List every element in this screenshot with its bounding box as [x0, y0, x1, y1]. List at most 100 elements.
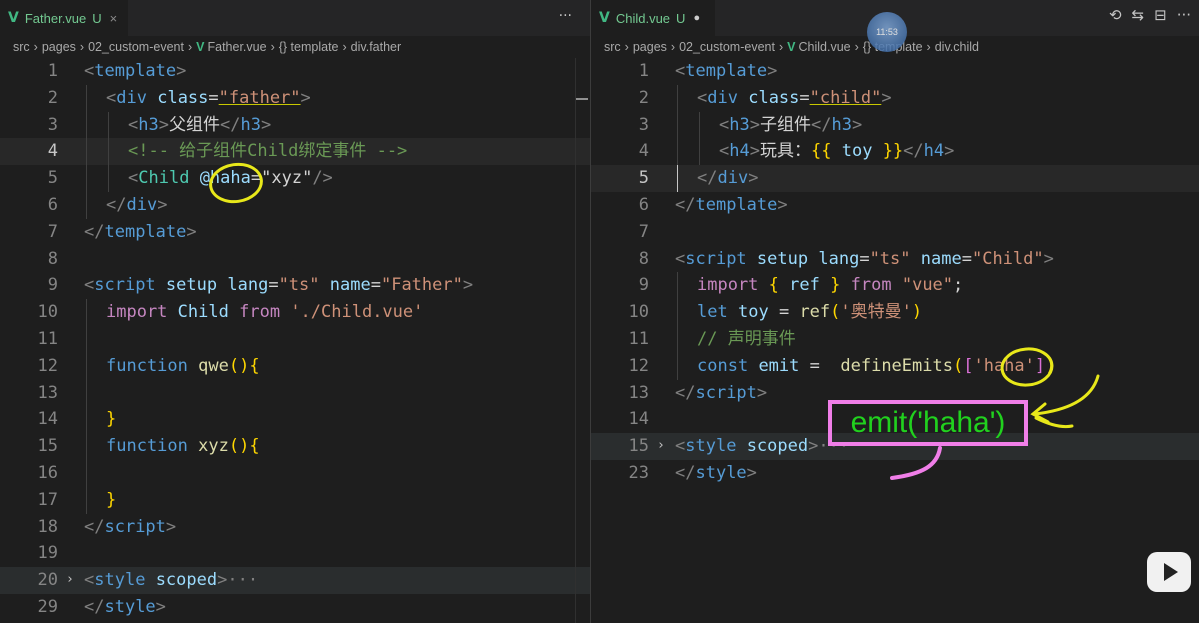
- line-number: 6: [47, 194, 58, 215]
- line-number: 13: [628, 382, 649, 403]
- line-number: 9: [638, 275, 649, 296]
- breadcrumb-item[interactable]: div.child: [935, 40, 979, 54]
- line-number: 18: [37, 516, 58, 537]
- line-number: 15: [628, 436, 649, 457]
- chevron-right-icon: ›: [270, 40, 275, 54]
- scroll-marker: [576, 98, 588, 100]
- line-number: 12: [37, 355, 58, 376]
- code-line: 10 import Child from './Child.vue': [0, 299, 590, 326]
- code-line: 23 </style>: [591, 460, 1199, 487]
- more-icon[interactable]: ···: [1177, 6, 1191, 24]
- history-icon[interactable]: ⟲: [1109, 6, 1122, 24]
- breadcrumb-item[interactable]: 02_custom-event: [88, 40, 184, 54]
- code-line: 7 </template>: [0, 219, 590, 246]
- code-line: 12 function qwe(){: [0, 352, 590, 380]
- code-line: 4 <h4>玩具：{{ toy }}</h4>: [591, 138, 1199, 166]
- bilibili-play-icon[interactable]: [1147, 552, 1191, 592]
- chevron-right-icon: ›: [624, 40, 629, 54]
- chevron-right-icon: ›: [79, 40, 85, 54]
- line-number: 8: [638, 248, 649, 269]
- code-line: 3 <h3>父组件</h3>: [0, 111, 590, 139]
- breadcrumb-item[interactable]: {} template: [279, 40, 339, 54]
- line-number: 7: [638, 221, 649, 242]
- breadcrumb-item[interactable]: Child.vue: [798, 40, 850, 54]
- chevron-right-icon: ›: [33, 40, 38, 54]
- line-number: 5: [638, 168, 649, 189]
- vue-icon: V: [196, 40, 205, 54]
- code-line: 11// 声明事件: [591, 325, 1199, 353]
- line-number: 20: [37, 570, 58, 591]
- line-number: 19: [37, 543, 58, 564]
- chevron-right-icon: ›: [926, 40, 931, 54]
- code-line: 17}: [0, 486, 590, 514]
- line-number: 16: [37, 462, 58, 483]
- chevron-right-icon: ›: [342, 40, 347, 54]
- tab-label: Child.vue: [615, 10, 671, 26]
- vertical-scrollbar[interactable]: [575, 58, 590, 623]
- line-number: 9: [47, 275, 58, 296]
- fold-chevron-icon[interactable]: ›: [657, 433, 665, 460]
- line-number: 15: [37, 436, 58, 457]
- line-number: 2: [638, 87, 649, 108]
- split-editor-icon[interactable]: ⊟: [1154, 6, 1167, 24]
- line-number: 14: [628, 409, 649, 430]
- code-line: 1 <template>: [0, 58, 590, 85]
- untracked-badge: U: [92, 10, 102, 26]
- compare-icon[interactable]: ⇆: [1132, 6, 1145, 24]
- code-line: 7: [591, 219, 1199, 246]
- close-icon[interactable]: ×: [110, 11, 118, 26]
- untracked-badge: U: [676, 10, 686, 26]
- breadcrumb-item[interactable]: pages: [633, 40, 667, 54]
- breadcrumb-item[interactable]: src: [13, 40, 30, 54]
- line-number: 6: [638, 194, 649, 215]
- code-line: 16: [0, 459, 590, 487]
- code-line-current: 4 <!-- 给子组件Child绑定事件 -->: [0, 138, 590, 166]
- code-line: 1 <template>: [591, 58, 1199, 85]
- code-line: 12 const emit = defineEmits(['haha']): [591, 352, 1199, 380]
- line-number: 10: [628, 302, 649, 323]
- chevron-right-icon: ›: [670, 40, 676, 54]
- line-number: 7: [47, 221, 58, 242]
- code-line: 9 <script setup lang="ts" name="Father">: [0, 272, 590, 299]
- code-line: 2 <div class="father">: [0, 84, 590, 112]
- line-number: 4: [638, 141, 649, 162]
- line-number: 1: [638, 61, 649, 81]
- code-line: 13: [0, 379, 590, 407]
- breadcrumb-item[interactable]: Father.vue: [207, 40, 266, 54]
- line-number: 12: [628, 355, 649, 376]
- right-tab-bar: V Child.vue U ● 11:53 ⟲ ⇆ ⊟ ···: [591, 0, 1199, 52]
- code-line: 2 <div class="child">: [591, 84, 1199, 112]
- code-line: 8 <script setup lang="ts" name="Child">: [591, 246, 1199, 273]
- line-number: 11: [628, 328, 649, 349]
- code-line: 19: [0, 540, 590, 567]
- line-number: 17: [37, 489, 58, 510]
- line-number: 3: [47, 114, 58, 135]
- line-number: 11: [37, 328, 58, 349]
- fold-chevron-icon[interactable]: ›: [66, 567, 74, 594]
- left-tab-bar: V Father.vue U × ···: [0, 0, 590, 36]
- breadcrumb: src › pages › 02_custom-event › V Father.vue ›{}…: [0, 36, 590, 58]
- breadcrumb-item[interactable]: pages: [42, 40, 76, 54]
- vue-icon: V: [787, 40, 796, 54]
- clock-overlay: 11:53: [867, 12, 907, 52]
- line-number: 3: [638, 114, 649, 135]
- more-icon[interactable]: ···: [559, 8, 572, 24]
- breadcrumb-item[interactable]: 02_custom-event: [679, 40, 775, 54]
- unsaved-dot-icon[interactable]: ●: [693, 12, 700, 24]
- vue-icon: V: [599, 10, 610, 26]
- code-line: 18 </script>: [0, 514, 590, 541]
- breadcrumb-item[interactable]: div.father: [351, 40, 402, 54]
- breadcrumb-item[interactable]: src: [604, 40, 621, 54]
- code-line: 6 </template>: [591, 192, 1199, 219]
- tab-father-vue[interactable]: V Father.vue U ×: [0, 0, 128, 36]
- line-number: 4: [47, 141, 58, 162]
- line-number: 2: [47, 87, 58, 108]
- code-line: 8: [0, 246, 590, 273]
- tab-child-vue[interactable]: V Child.vue U ●: [591, 0, 715, 36]
- code-line: 9 import { ref } from "vue";: [591, 272, 1199, 300]
- code-area[interactable]: 1 <template> 2 <div class="father"> 3 <h3>父…: [0, 58, 590, 621]
- line-number: 5: [47, 168, 58, 189]
- left-editor-pane: V Father.vue U × ··· src › pages › 02_custom…: [0, 0, 590, 623]
- code-line: 29 </style>: [0, 594, 590, 621]
- code-line-current: 5 </div>: [591, 165, 1199, 192]
